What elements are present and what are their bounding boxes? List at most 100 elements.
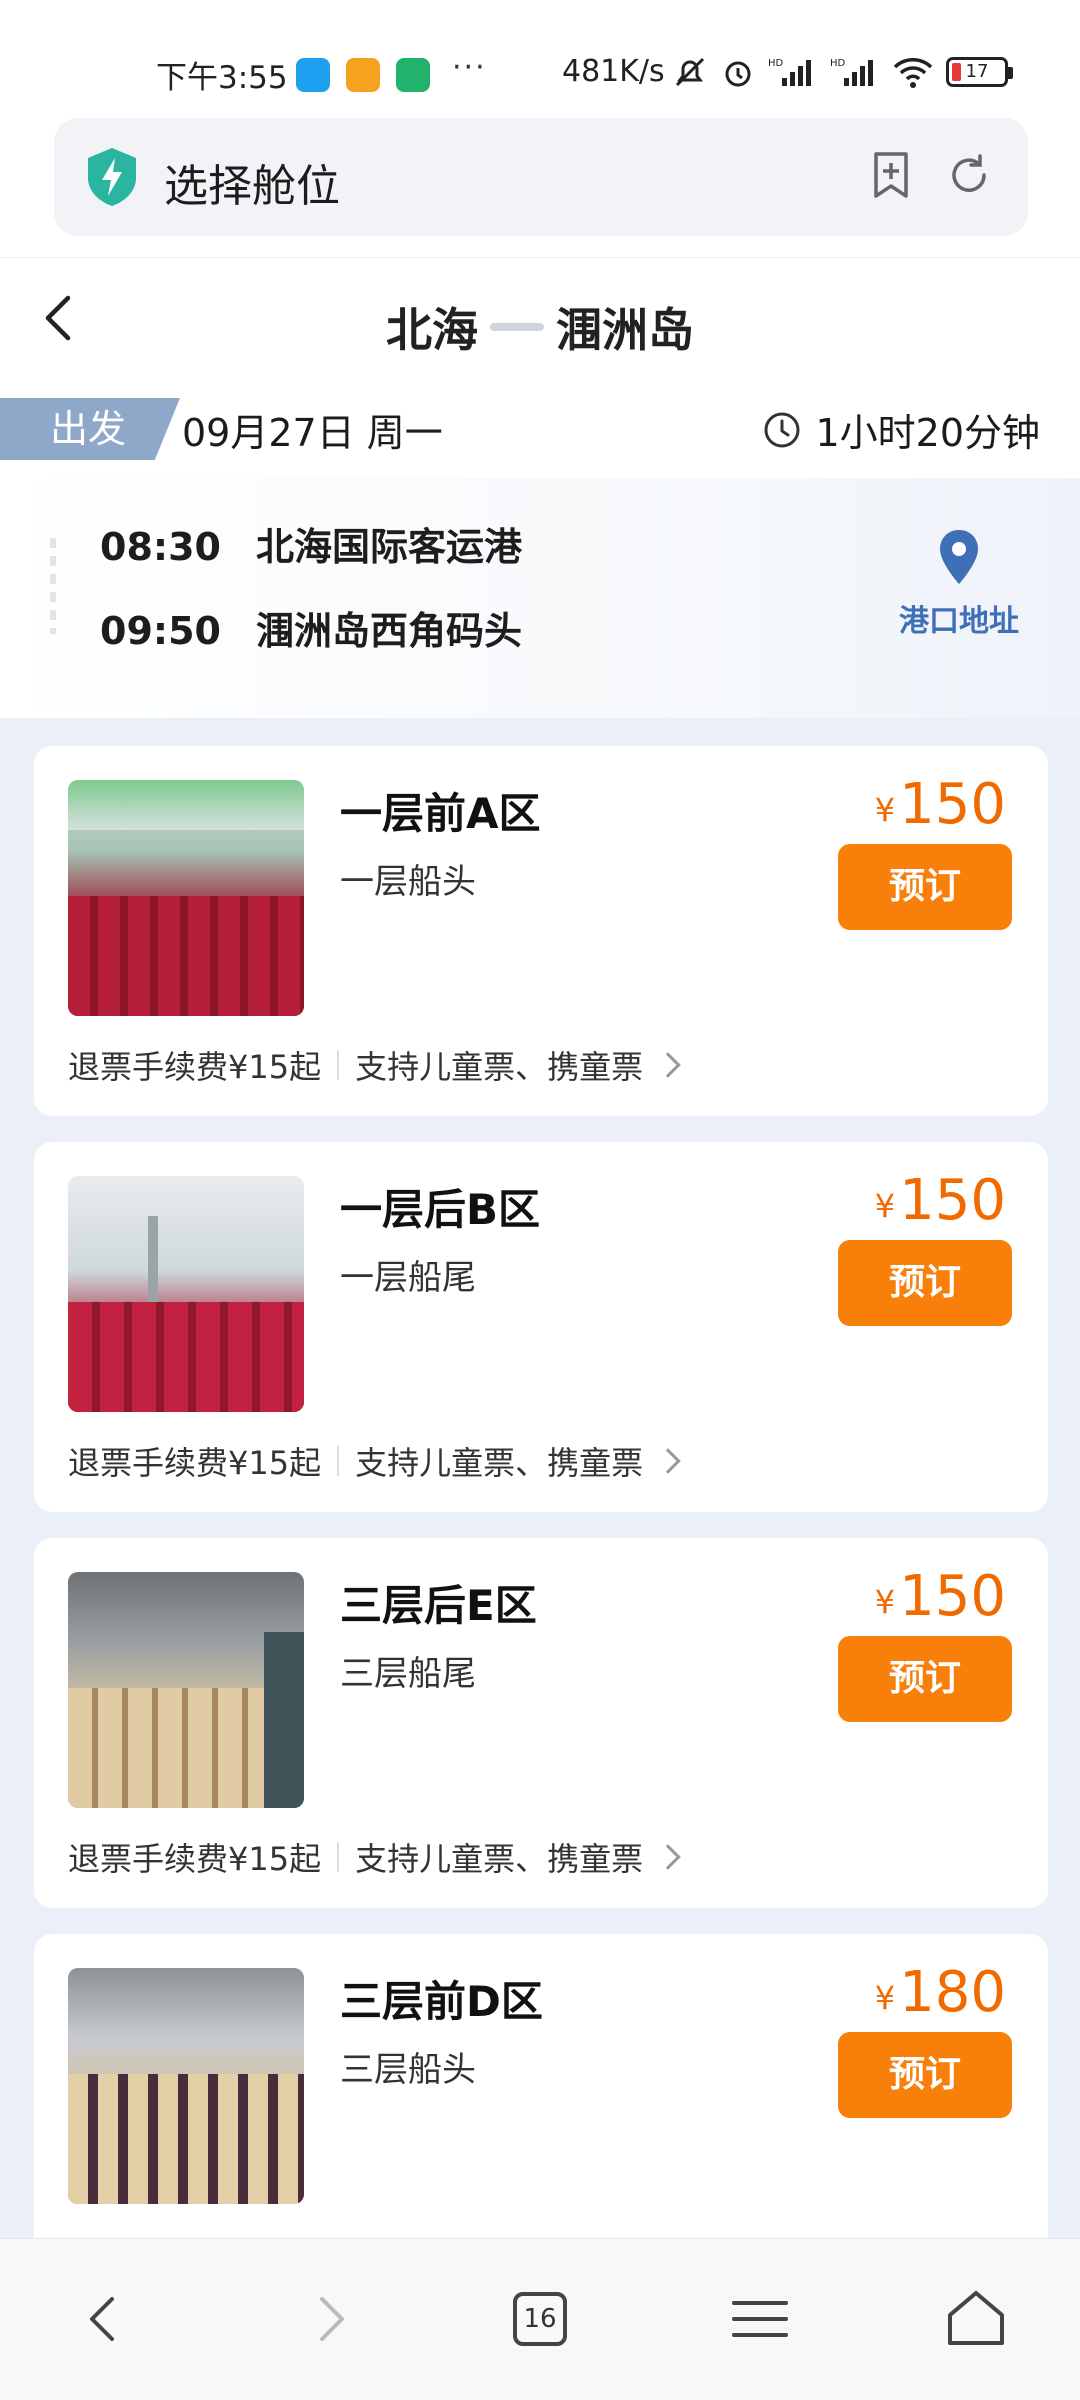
cabin-policy[interactable]: 退票手续费¥15起 支持儿童票、携童票: [68, 1438, 681, 1484]
cabin-policy[interactable]: 退票手续费¥18起 支持儿童票、携童票: [68, 2230, 677, 2238]
cabin-card[interactable]: 三层前D区 三层船头 ¥180 预订 退票手续费¥18起 支持儿童票、携童票: [34, 1934, 1048, 2238]
cabin-name: 一层前A区: [340, 789, 541, 838]
cabin-name: 一层后B区: [340, 1185, 541, 1234]
currency-symbol: ¥: [874, 1187, 896, 1225]
cabin-photo: [68, 1176, 304, 1412]
cabin-photo: [68, 780, 304, 1016]
price-value: 150: [899, 1168, 1006, 1233]
cabin-price: ¥150: [875, 1564, 1006, 1629]
browser-bottom-nav: 16: [0, 2238, 1080, 2400]
book-button[interactable]: 预订: [838, 1240, 1012, 1326]
cabin-name: 三层前D区: [340, 1977, 543, 2026]
cabin-location: 三层船尾: [340, 1654, 476, 1694]
app-notification-icon: [346, 58, 380, 92]
trip-header: 北海 涠洲岛 出发 09月27日 周一 1小时20分钟 08:30 北海国际客运港 …: [0, 258, 1080, 718]
destination-port: 涠洲岛: [556, 303, 694, 357]
arrival-port: 涠洲岛西角码头: [256, 609, 523, 653]
cabin-policy[interactable]: 退票手续费¥15起 支持儿童票、携童票: [68, 1834, 681, 1880]
bookmark-add-icon[interactable]: [866, 150, 916, 200]
depart-date: 09月27日 周一: [182, 411, 443, 455]
trip-duration: 1小时20分钟: [763, 402, 1040, 457]
tab-count: 16: [523, 2304, 557, 2334]
wifi-icon: [893, 58, 933, 88]
app-screen: 下午3:55 ··· 481K/s HD HD 17 选择舱位 北海 涠洲岛 出…: [0, 0, 1080, 2400]
location-pin-icon: [940, 530, 978, 584]
departure-port: 北海国际客运港: [256, 525, 523, 569]
clock-icon: [764, 412, 800, 447]
refresh-icon[interactable]: [944, 150, 994, 200]
child-ticket-note: 支持儿童票、携童票: [355, 1840, 644, 1878]
currency-symbol: ¥: [874, 791, 896, 829]
origin-port: 北海: [386, 303, 478, 357]
refund-fee: 退票手续费¥18起: [68, 2230, 321, 2238]
cabin-policy[interactable]: 退票手续费¥15起 支持儿童票、携童票: [68, 1042, 681, 1088]
schedule-panel: 08:30 北海国际客运港 09:50 涠洲岛西角码头 港口地址: [0, 478, 1080, 718]
hd-signal-icon: HD: [830, 58, 873, 86]
browser-toolbar: 选择舱位: [0, 116, 1080, 258]
mute-icon: [675, 57, 705, 87]
menu-icon[interactable]: [720, 2279, 800, 2359]
address-bar[interactable]: 选择舱位: [54, 118, 1028, 236]
duration-text: 1小时20分钟: [815, 411, 1040, 455]
route-title: 北海 涠洲岛: [0, 294, 1080, 360]
svg-text:HD: HD: [830, 58, 846, 69]
cabin-card[interactable]: 一层前A区 一层船头 ¥150 预订 退票手续费¥15起 支持儿童票、携童票: [34, 746, 1048, 1116]
child-ticket-note: 支持儿童票、携童票: [355, 1444, 644, 1482]
cabin-location: 三层船头: [340, 2050, 476, 2090]
schedule-arrival: 09:50 涠洲岛西角码头: [100, 600, 522, 655]
alarm-icon: [725, 61, 751, 87]
status-icons: HD HD 17: [672, 54, 1013, 90]
battery-level: 17: [965, 61, 989, 82]
divider: [337, 1050, 340, 1080]
app-notification-icon: [296, 58, 330, 92]
arrival-time: 09:50: [100, 609, 221, 653]
divider: [337, 1842, 340, 1872]
home-icon[interactable]: [936, 2279, 1016, 2359]
cabin-location: 一层船头: [340, 862, 476, 902]
battery-icon: 17: [946, 57, 1013, 87]
price-value: 180: [899, 1960, 1006, 2025]
divider: [337, 1446, 340, 1476]
currency-symbol: ¥: [874, 1583, 896, 1621]
port-address-button[interactable]: 港口地址: [894, 528, 1024, 640]
schedule-connector: [50, 538, 56, 634]
schedule-departure: 08:30 北海国际客运港: [100, 516, 522, 571]
cabin-list: 一层前A区 一层船头 ¥150 预订 退票手续费¥15起 支持儿童票、携童票 一…: [0, 718, 1080, 2238]
page-title: 选择舱位: [164, 161, 340, 212]
port-address-label: 港口地址: [899, 604, 1019, 639]
cabin-photo: [68, 1968, 304, 2204]
book-button[interactable]: 预订: [838, 844, 1012, 930]
departure-time: 08:30: [100, 525, 221, 569]
child-ticket-note: 支持儿童票、携童票: [355, 1048, 644, 1086]
back-icon[interactable]: [66, 2279, 146, 2359]
chevron-right-icon: [655, 1052, 681, 1078]
child-ticket-note: 支持儿童票、携童票: [355, 2230, 643, 2238]
refund-fee: 退票手续费¥15起: [68, 1444, 322, 1482]
shield-notification-icon: [396, 58, 430, 92]
cabin-card[interactable]: 三层后E区 三层船尾 ¥150 预订 退票手续费¥15起 支持儿童票、携童票: [34, 1538, 1048, 1908]
shield-icon: [88, 148, 136, 206]
book-button[interactable]: 预订: [838, 1636, 1012, 1722]
cabin-price: ¥150: [875, 772, 1006, 837]
tabs-button[interactable]: 16: [500, 2279, 580, 2359]
price-value: 150: [899, 1564, 1006, 1629]
cabin-location: 一层船尾: [340, 1258, 476, 1298]
refund-fee: 退票手续费¥15起: [68, 1048, 322, 1086]
route-arrow-icon: [490, 322, 544, 331]
currency-symbol: ¥: [874, 1979, 896, 2017]
cabin-card[interactable]: 一层后B区 一层船尾 ¥150 预订 退票手续费¥15起 支持儿童票、携童票: [34, 1142, 1048, 1512]
chevron-right-icon: [655, 1448, 681, 1474]
price-value: 150: [899, 772, 1006, 837]
network-speed: 481K/s: [562, 54, 665, 89]
svg-text:HD: HD: [768, 58, 784, 69]
cabin-price: ¥180: [875, 1960, 1006, 2025]
cabin-name: 三层后E区: [340, 1581, 537, 1630]
refund-fee: 退票手续费¥15起: [68, 1840, 322, 1878]
tabs-icon: 16: [513, 2292, 567, 2346]
hd-signal-icon: HD: [768, 58, 811, 86]
forward-icon[interactable]: [288, 2279, 368, 2359]
status-bar: 下午3:55 ··· 481K/s HD HD 17: [0, 0, 1080, 116]
more-notifications-icon: ···: [452, 50, 487, 85]
chevron-right-icon: [655, 1844, 681, 1870]
book-button[interactable]: 预订: [838, 2032, 1012, 2118]
